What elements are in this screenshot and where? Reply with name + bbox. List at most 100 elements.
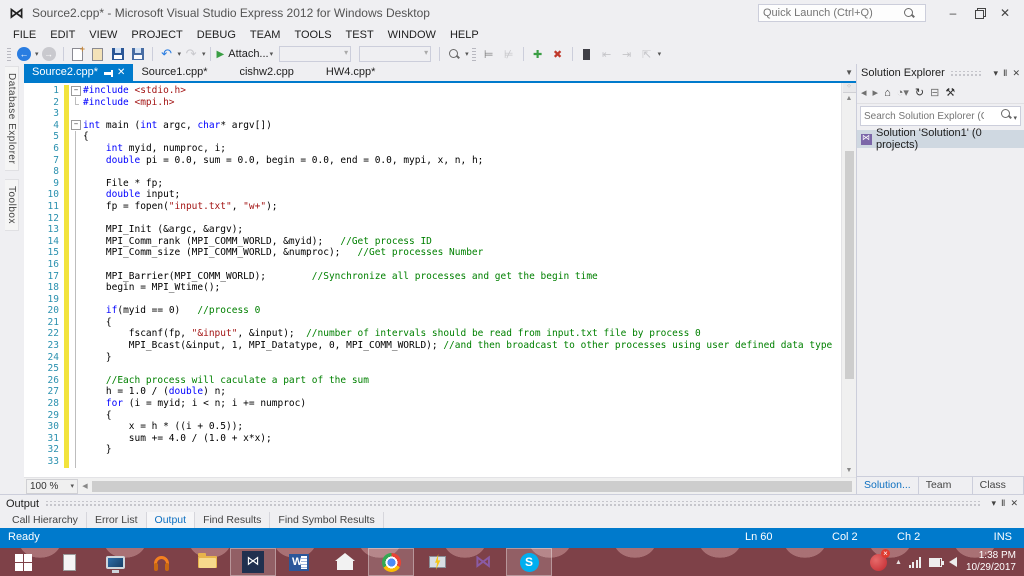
sidebar-tab-database-explorer[interactable]: Database Explorer [5, 66, 19, 171]
debug-target-combo[interactable] [279, 46, 351, 62]
scroll-down-arrow[interactable]: ▼ [846, 465, 853, 477]
lightning-tool-taskbar-button[interactable] [414, 548, 460, 576]
next-bookmark-button[interactable]: ⇥ [619, 46, 635, 62]
refresh-icon[interactable]: ↻ [915, 86, 924, 99]
document-tab-cishw2cpp[interactable]: cishw2.cpp [231, 64, 301, 81]
lenovo-display-taskbar-button[interactable] [92, 548, 138, 576]
menu-window[interactable]: WINDOW [381, 26, 443, 44]
vertical-scrollbar[interactable]: ⁘ ▲ ▼ [841, 83, 856, 477]
zoom-level-combo[interactable]: 100 %▾ [26, 479, 78, 494]
music-headphones-taskbar-button[interactable] [138, 548, 184, 576]
scroll-left-arrow[interactable]: ◀ [78, 482, 92, 490]
pin-icon[interactable]: Ⅱ [1003, 68, 1007, 79]
menu-edit[interactable]: EDIT [43, 26, 82, 44]
menu-view[interactable]: VIEW [82, 26, 124, 44]
visual-studio-purple-taskbar-button[interactable]: ⋈ [460, 548, 506, 576]
minimize-button[interactable]: – [940, 3, 966, 23]
document-tab-source2cpp[interactable]: Source2.cpp*✕ [24, 64, 133, 81]
restore-button[interactable] [966, 3, 992, 23]
attach-button[interactable]: ▶ Attach... ▾ [217, 46, 274, 62]
word-taskbar-button[interactable]: W [276, 548, 322, 576]
navigate-back-button[interactable]: ← [16, 46, 32, 62]
panel-tab-solution[interactable]: Solution... [857, 477, 919, 494]
collapse-all-icon[interactable]: ⊟ [930, 86, 939, 99]
quick-launch-input[interactable] [763, 7, 903, 19]
code-editor[interactable]: 1#include <stdio.h>2#include <mpi.h>34in… [24, 83, 841, 477]
navigate-forward-button[interactable]: → [41, 46, 57, 62]
start-taskbar-button[interactable] [0, 548, 46, 576]
quick-launch-box[interactable] [758, 4, 926, 22]
horizontal-scrollbar[interactable]: 100 %▾ ◀ [24, 477, 856, 494]
toolbar-grip[interactable] [7, 47, 11, 61]
toolbar-grip-2[interactable] [472, 47, 476, 61]
delete-comment-button[interactable]: ✖ [550, 46, 566, 62]
document-tab-hw4cpp[interactable]: HW4.cpp* [318, 64, 384, 81]
prev-bookmark-button[interactable]: ⇤ [599, 46, 615, 62]
add-comment-button[interactable]: ✚ [530, 46, 546, 62]
pending-changes-filter-icon[interactable]: ◔▾ [897, 86, 909, 99]
skype-taskbar-button[interactable]: S [506, 548, 552, 576]
undo-dropdown[interactable]: ▾ [178, 50, 182, 58]
solution-search-box[interactable]: ▾ [860, 106, 1021, 126]
menu-help[interactable]: HELP [443, 26, 486, 44]
panel-menu-icon[interactable]: ▾ [993, 68, 998, 79]
menu-team[interactable]: TEAM [243, 26, 288, 44]
tool-tab-callhierarchy[interactable]: Call Hierarchy [4, 512, 87, 529]
vertical-scroll-thumb[interactable] [845, 151, 854, 379]
chrome-taskbar-button[interactable] [368, 548, 414, 576]
show-hidden-icons-button[interactable]: ▲ [895, 559, 902, 566]
taskbar-clock[interactable]: 1:38 PM 10/29/2017 [966, 550, 1016, 574]
se-forward-icon[interactable]: ▸ [873, 86, 879, 99]
solution-search-input[interactable] [864, 111, 984, 122]
navigate-back-dropdown[interactable]: ▾ [35, 50, 39, 58]
se-back-icon[interactable]: ◂ [861, 86, 867, 99]
close-icon[interactable]: ✕ [1012, 68, 1020, 79]
find-in-files-button[interactable] [446, 46, 462, 62]
panel-tab-teamexp[interactable]: Team Exp... [919, 477, 973, 494]
pin-icon[interactable]: Ⅱ [1001, 498, 1005, 509]
scroll-up-arrow[interactable]: ▲ [846, 93, 853, 105]
solution-root-item[interactable]: Solution 'Solution1' (0 projects) [857, 130, 1024, 148]
platform-combo[interactable] [359, 46, 431, 62]
volume-icon[interactable] [949, 557, 957, 567]
properties-wrench-icon[interactable]: ⚒ [945, 86, 955, 99]
redo-dropdown[interactable]: ▾ [202, 50, 206, 58]
save-all-button[interactable] [130, 46, 146, 62]
tab-pin-icon[interactable] [104, 68, 112, 78]
bookmark-overflow[interactable]: ▾ [658, 50, 662, 58]
tool-tab-errorlist[interactable]: Error List [87, 512, 147, 529]
notepad-taskbar-button[interactable] [46, 548, 92, 576]
uncomment-button[interactable]: ⊭ [501, 46, 517, 62]
panel-menu-icon[interactable]: ▾ [991, 498, 996, 509]
network-icon[interactable] [909, 557, 922, 568]
save-button[interactable] [110, 46, 126, 62]
panel-tab-classview[interactable]: Class View [973, 477, 1024, 494]
tool-tab-findsymbolresults[interactable]: Find Symbol Results [270, 512, 383, 529]
tool-tab-findresults[interactable]: Find Results [195, 512, 270, 529]
battery-icon[interactable] [929, 558, 942, 567]
horizontal-scroll-thumb[interactable] [92, 481, 852, 492]
file-explorer-taskbar-button[interactable] [184, 548, 230, 576]
splitter-handle[interactable]: ⁘ [843, 83, 856, 93]
homegroup-taskbar-button[interactable] [322, 548, 368, 576]
clear-bookmarks-button[interactable]: ⇱ [639, 46, 655, 62]
close-button[interactable]: ✕ [992, 3, 1018, 23]
close-icon[interactable]: ✕ [1010, 498, 1018, 509]
tray-notification-app-icon[interactable] [870, 554, 887, 571]
toggle-bookmark-button[interactable] [579, 46, 595, 62]
visual-studio-2012-taskbar-button[interactable]: ⋈ [230, 548, 276, 576]
toolbar-overflow[interactable]: ▾ [465, 50, 469, 58]
comment-button[interactable]: ⊨ [481, 46, 497, 62]
document-list-dropdown[interactable]: ▼ [845, 68, 853, 77]
tool-tab-output[interactable]: Output [147, 512, 196, 529]
open-file-button[interactable] [90, 46, 106, 62]
menu-debug[interactable]: DEBUG [190, 26, 243, 44]
menu-project[interactable]: PROJECT [124, 26, 189, 44]
tab-close-icon[interactable]: ✕ [117, 64, 125, 81]
undo-button[interactable]: ↶ [159, 46, 175, 62]
document-tab-source1cpp[interactable]: Source1.cpp* [133, 64, 215, 81]
new-file-button[interactable] [70, 46, 86, 62]
menu-test[interactable]: TEST [339, 26, 381, 44]
sidebar-tab-toolbox[interactable]: Toolbox [5, 179, 19, 231]
menu-tools[interactable]: TOOLS [287, 26, 338, 44]
